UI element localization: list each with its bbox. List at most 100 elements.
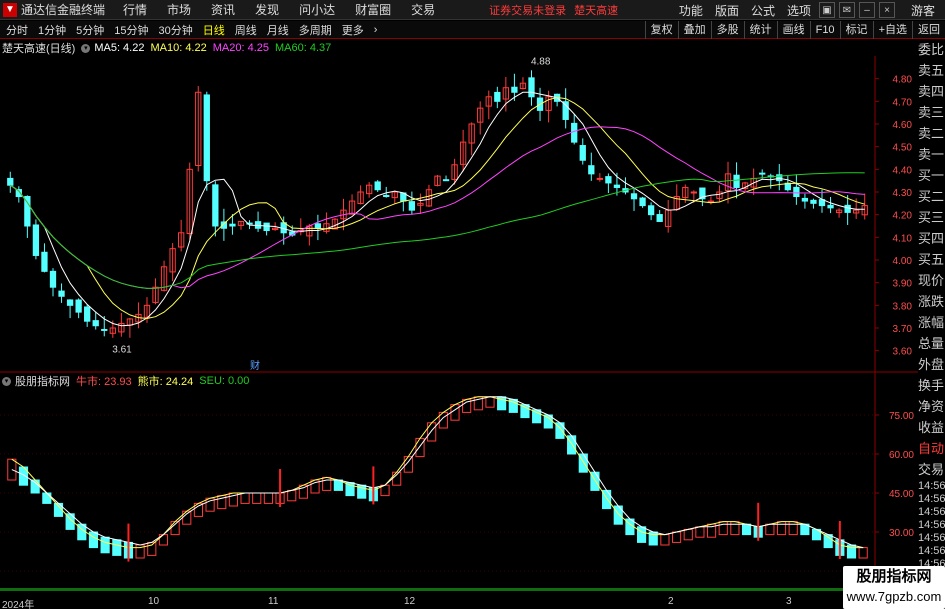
menu-item-news[interactable]: 资讯 <box>211 1 235 18</box>
candle-body <box>613 184 621 188</box>
tool-back[interactable]: 返回 <box>912 21 945 39</box>
tool-draw[interactable]: 画线 <box>776 21 810 39</box>
indicator-chart <box>7 396 868 562</box>
indicator-bar <box>741 523 752 536</box>
indicator-bar <box>30 479 40 494</box>
candle-body <box>408 201 416 211</box>
indicator-tick-label: 75.00 <box>889 411 914 422</box>
tool-add-watchlist[interactable]: +自选 <box>872 21 912 39</box>
period-more[interactable]: 更多 <box>342 22 364 38</box>
tool-stats[interactable]: 统计 <box>743 21 777 39</box>
user-guest[interactable]: 游客 <box>911 2 935 19</box>
candle-body <box>7 177 14 186</box>
candle-body <box>690 191 697 194</box>
side-panel-item: 14:56 <box>918 480 945 492</box>
watermark-url: www.7gpzb.com <box>846 589 942 604</box>
menu-formula[interactable]: 公式 <box>751 2 775 19</box>
period-30min[interactable]: 30分钟 <box>159 22 193 38</box>
candle-body <box>707 200 715 203</box>
tool-overlay[interactable]: 叠加 <box>677 21 711 39</box>
price-tick-label: 3.80 <box>893 301 913 312</box>
side-panel-item: 买二 <box>918 189 945 204</box>
candle-body <box>810 199 817 204</box>
indicator-bar <box>427 422 437 442</box>
line-bear <box>11 396 864 549</box>
menu-options[interactable]: 选项 <box>787 2 811 19</box>
menu-item-discover[interactable]: 发现 <box>255 1 279 18</box>
menu-item-trade[interactable]: 交易 <box>411 1 435 18</box>
tool-adjust[interactable]: 复权 <box>644 21 678 39</box>
menu-item-wealth[interactable]: 财富圈 <box>355 1 391 18</box>
side-panel-item: 14:56 <box>918 493 945 505</box>
candle-body <box>41 251 48 272</box>
period-daily[interactable]: 日线 <box>203 22 225 38</box>
skin-icon[interactable]: ▣ <box>818 2 835 18</box>
price-tick-label: 3.90 <box>893 279 913 290</box>
candle-body <box>759 172 766 175</box>
candle-body <box>203 94 210 182</box>
candle-body <box>528 77 535 98</box>
indicator-bar <box>287 489 297 502</box>
side-panel-item: 14:56 <box>918 519 945 531</box>
price-tick-label: 4.40 <box>893 165 913 176</box>
period-multi[interactable]: 多周期 <box>299 22 332 38</box>
indicator-bar <box>532 409 542 424</box>
line-ma20 <box>10 126 865 289</box>
side-panel-item: 现价 <box>918 273 945 288</box>
indicator-bar <box>252 492 262 504</box>
menu-item-ask[interactable]: 问小达 <box>299 1 335 18</box>
high-label: 4.88 <box>531 57 551 68</box>
date-axis: 2024年 10 11 12 2 3 <box>0 596 875 609</box>
date-tick-label: 11 <box>268 596 279 607</box>
indicator-bar <box>788 521 798 536</box>
watermark-title: 股朋指标网 <box>856 568 932 585</box>
candle-body <box>844 204 851 213</box>
side-panel-item: 14:56 <box>918 532 945 544</box>
candle-body <box>630 193 638 200</box>
chart-area[interactable]: 4.883.61财 4.804.704.604.504.404.304.204.… <box>0 56 918 588</box>
login-warning[interactable]: 证券交易未登录 <box>489 2 566 18</box>
stock-name: 楚天高速(日线) <box>2 43 76 55</box>
legend-ma5: MA5: 4.22 <box>94 42 145 54</box>
candle-body <box>32 224 40 256</box>
minimize-icon[interactable]: – <box>858 2 875 18</box>
candle-body <box>596 177 603 180</box>
menu-item-market[interactable]: 市场 <box>167 1 191 18</box>
candle-body <box>588 165 595 175</box>
message-icon[interactable]: ✉ <box>838 2 855 18</box>
candle-body <box>801 197 809 202</box>
side-panel-item: 委比 <box>918 42 945 57</box>
close-icon[interactable]: × <box>878 2 895 18</box>
indicator-bar <box>730 521 740 536</box>
stock-name-tag: 楚天高速 <box>574 4 619 17</box>
side-panel-item: 买一 <box>918 168 945 183</box>
legend-toggle-icon[interactable]: ▾ <box>81 43 91 53</box>
chevron-right-icon[interactable]: › <box>374 24 378 36</box>
tool-multi-stock[interactable]: 多股 <box>710 21 744 39</box>
side-panel-item: 涨幅 <box>918 315 945 330</box>
period-5min[interactable]: 5分钟 <box>76 22 104 38</box>
period-1min[interactable]: 1分钟 <box>38 22 66 38</box>
period-tick[interactable]: 分时 <box>6 22 28 38</box>
app-logo-icon: ▼ <box>3 2 17 17</box>
indicator-bar <box>765 523 775 536</box>
side-panel-item[interactable]: 自动 <box>918 438 945 459</box>
indicator-bar <box>100 536 110 554</box>
candle-body <box>647 205 655 216</box>
side-panel-item[interactable]: 交易 <box>918 459 945 480</box>
candle-body <box>733 174 740 188</box>
indicator-bar <box>567 435 577 455</box>
price-axis: 4.80 4.70 4.60 4.50 4.40 4.30 4.20 4.10 4.00 3.90… <box>875 75 914 578</box>
app-title: 通达信金融终端 <box>21 3 106 17</box>
candle-body <box>793 186 800 198</box>
candle-body <box>442 179 450 182</box>
period-15min[interactable]: 15分钟 <box>114 22 148 38</box>
period-monthly[interactable]: 月线 <box>267 22 289 38</box>
tool-f10[interactable]: F10 <box>809 21 840 39</box>
menu-function[interactable]: 功能 <box>679 2 703 19</box>
tool-mark[interactable]: 标记 <box>839 21 873 39</box>
candle-body <box>24 195 31 227</box>
menu-item-quotes[interactable]: 行情 <box>123 1 147 18</box>
menu-layout[interactable]: 版面 <box>715 2 739 19</box>
period-weekly[interactable]: 周线 <box>235 22 257 38</box>
